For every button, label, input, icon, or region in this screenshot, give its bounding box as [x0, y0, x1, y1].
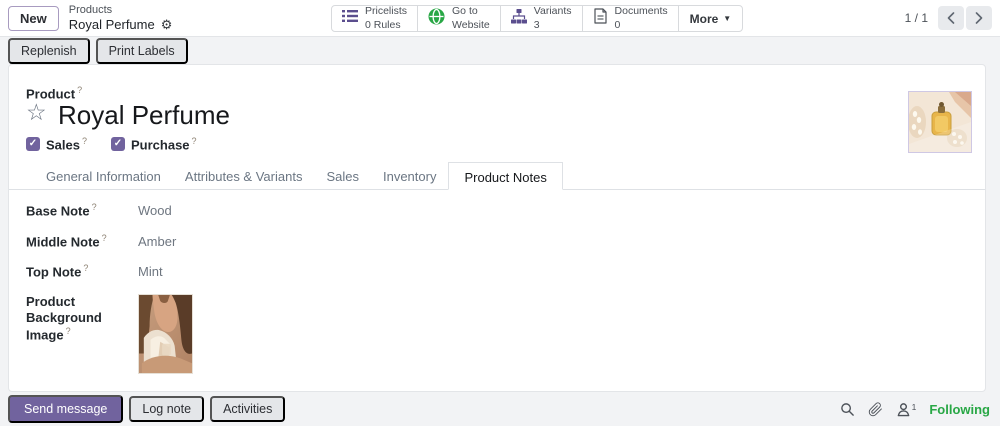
tab-attributes-variants[interactable]: Attributes & Variants [173, 162, 315, 189]
breadcrumb-current-label: Royal Perfume [68, 16, 155, 32]
go-to-website-icon [428, 8, 445, 30]
purchase-checkbox[interactable]: ✓ Purchase? [111, 136, 197, 152]
more-button-label: More [689, 11, 719, 26]
tab-sales[interactable]: Sales [314, 162, 371, 189]
pager-previous-button[interactable] [938, 6, 964, 30]
notebook-tabs: General Information Attributes & Variant… [9, 162, 985, 190]
stat-website-label1: Go to [452, 5, 478, 18]
documents-icon [593, 8, 608, 29]
send-message-button[interactable]: Send message [8, 395, 124, 423]
checkbox-checked-icon: ✓ [111, 137, 125, 152]
field-group: Base Note? Wood Middle Note? Amber Top N… [26, 202, 193, 387]
pager-counter: 1 / 1 [904, 11, 928, 25]
chevron-down-icon: ▼ [723, 14, 732, 23]
tab-general-information[interactable]: General Information [34, 162, 173, 189]
form-sheet: Product? ☆ Royal Perfume ✓ Sales? ✓ Purc… [8, 64, 986, 392]
top-navbar: New Products Royal Perfume ⚙ Pricelists [0, 0, 1000, 37]
sales-checkbox-label: Sales? [46, 136, 87, 153]
checkbox-row: ✓ Sales? ✓ Purchase? [26, 136, 197, 152]
pager: 1 / 1 [905, 6, 992, 30]
stat-documents-label: Documents [614, 5, 668, 18]
more-button[interactable]: More ▼ [679, 6, 743, 31]
attachment-icon[interactable] [868, 401, 883, 417]
field-label: Base Note? [26, 202, 97, 219]
base-note-input[interactable]: Wood [138, 202, 172, 220]
print-labels-button[interactable]: Print Labels [95, 37, 188, 64]
log-note-button[interactable]: Log note [129, 396, 205, 422]
checkbox-checked-icon: ✓ [26, 137, 40, 152]
stat-variants-value: 3 [533, 18, 540, 31]
field-row-middle-note: Middle Note? Amber [26, 233, 193, 251]
field-label: Top Note? [26, 263, 89, 280]
search-icon[interactable] [840, 402, 855, 417]
breadcrumb-parent[interactable]: Products [69, 4, 173, 17]
pager-next-button[interactable] [966, 6, 992, 30]
stat-variants-label: Variants [533, 5, 572, 18]
odoo-product-form-page: New Products Royal Perfume ⚙ Pricelists [0, 0, 1000, 426]
help-mark: ? [81, 136, 87, 146]
page-title[interactable]: Royal Perfume [58, 100, 230, 131]
variants-icon [510, 8, 527, 29]
help-mark: ? [191, 136, 197, 146]
help-mark: ? [83, 263, 89, 274]
stat-button-documents[interactable]: Documents 0 [583, 5, 679, 31]
pricelists-icon [342, 9, 358, 28]
breadcrumb: Products Royal Perfume ⚙ [69, 4, 173, 33]
gear-icon[interactable]: ⚙ [161, 17, 173, 33]
field-row-base-note: Base Note? Wood [26, 202, 193, 220]
stat-pricelists-label: Pricelists [365, 5, 408, 18]
tab-inventory[interactable]: Inventory [371, 162, 448, 189]
field-label: Product Background Image? [26, 293, 102, 343]
help-mark: ? [65, 326, 71, 337]
stat-button-group: Pricelists 0 Rules Go to Website Variant… [331, 5, 744, 32]
field-label: Middle Note? [26, 232, 107, 249]
breadcrumb-current: Royal Perfume ⚙ [69, 17, 173, 33]
product-background-image[interactable] [138, 293, 193, 374]
favorite-star-icon[interactable]: ☆ [26, 99, 47, 126]
middle-note-input[interactable]: Amber [138, 233, 176, 251]
action-strip: Replenish Print Labels [0, 37, 1000, 64]
tab-product-notes[interactable]: Product Notes [448, 162, 563, 190]
help-mark: ? [77, 85, 83, 95]
stat-button-pricelists[interactable]: Pricelists 0 Rules [332, 5, 419, 31]
stat-button-variants[interactable]: Variants 3 [501, 5, 583, 31]
followers-button[interactable]: 1 [896, 401, 917, 417]
product-image[interactable] [908, 91, 972, 153]
activities-button[interactable]: Activities [210, 396, 286, 422]
stat-button-go-to-website[interactable]: Go to Website [418, 5, 501, 31]
chatter-bar: Send message Log note Activities 1 Follo… [0, 392, 1000, 426]
following-button[interactable]: Following [929, 402, 990, 417]
chatter-tools: 1 Following [840, 402, 990, 417]
field-row-background-image: Product Background Image? [26, 293, 193, 374]
field-row-top-note: Top Note? Mint [26, 263, 193, 281]
purchase-checkbox-label: Purchase? [131, 136, 197, 153]
help-mark: ? [101, 232, 107, 243]
new-button[interactable]: New [8, 5, 59, 31]
stat-website-label2: Website [452, 18, 490, 31]
stat-documents-value: 0 [614, 18, 621, 31]
top-note-input[interactable]: Mint [138, 263, 163, 281]
help-mark: ? [91, 202, 97, 212]
replenish-button[interactable]: Replenish [8, 37, 90, 64]
sales-checkbox[interactable]: ✓ Sales? [26, 136, 87, 152]
stat-pricelists-value: 0 Rules [365, 18, 401, 31]
follower-count: 1 [911, 401, 917, 412]
